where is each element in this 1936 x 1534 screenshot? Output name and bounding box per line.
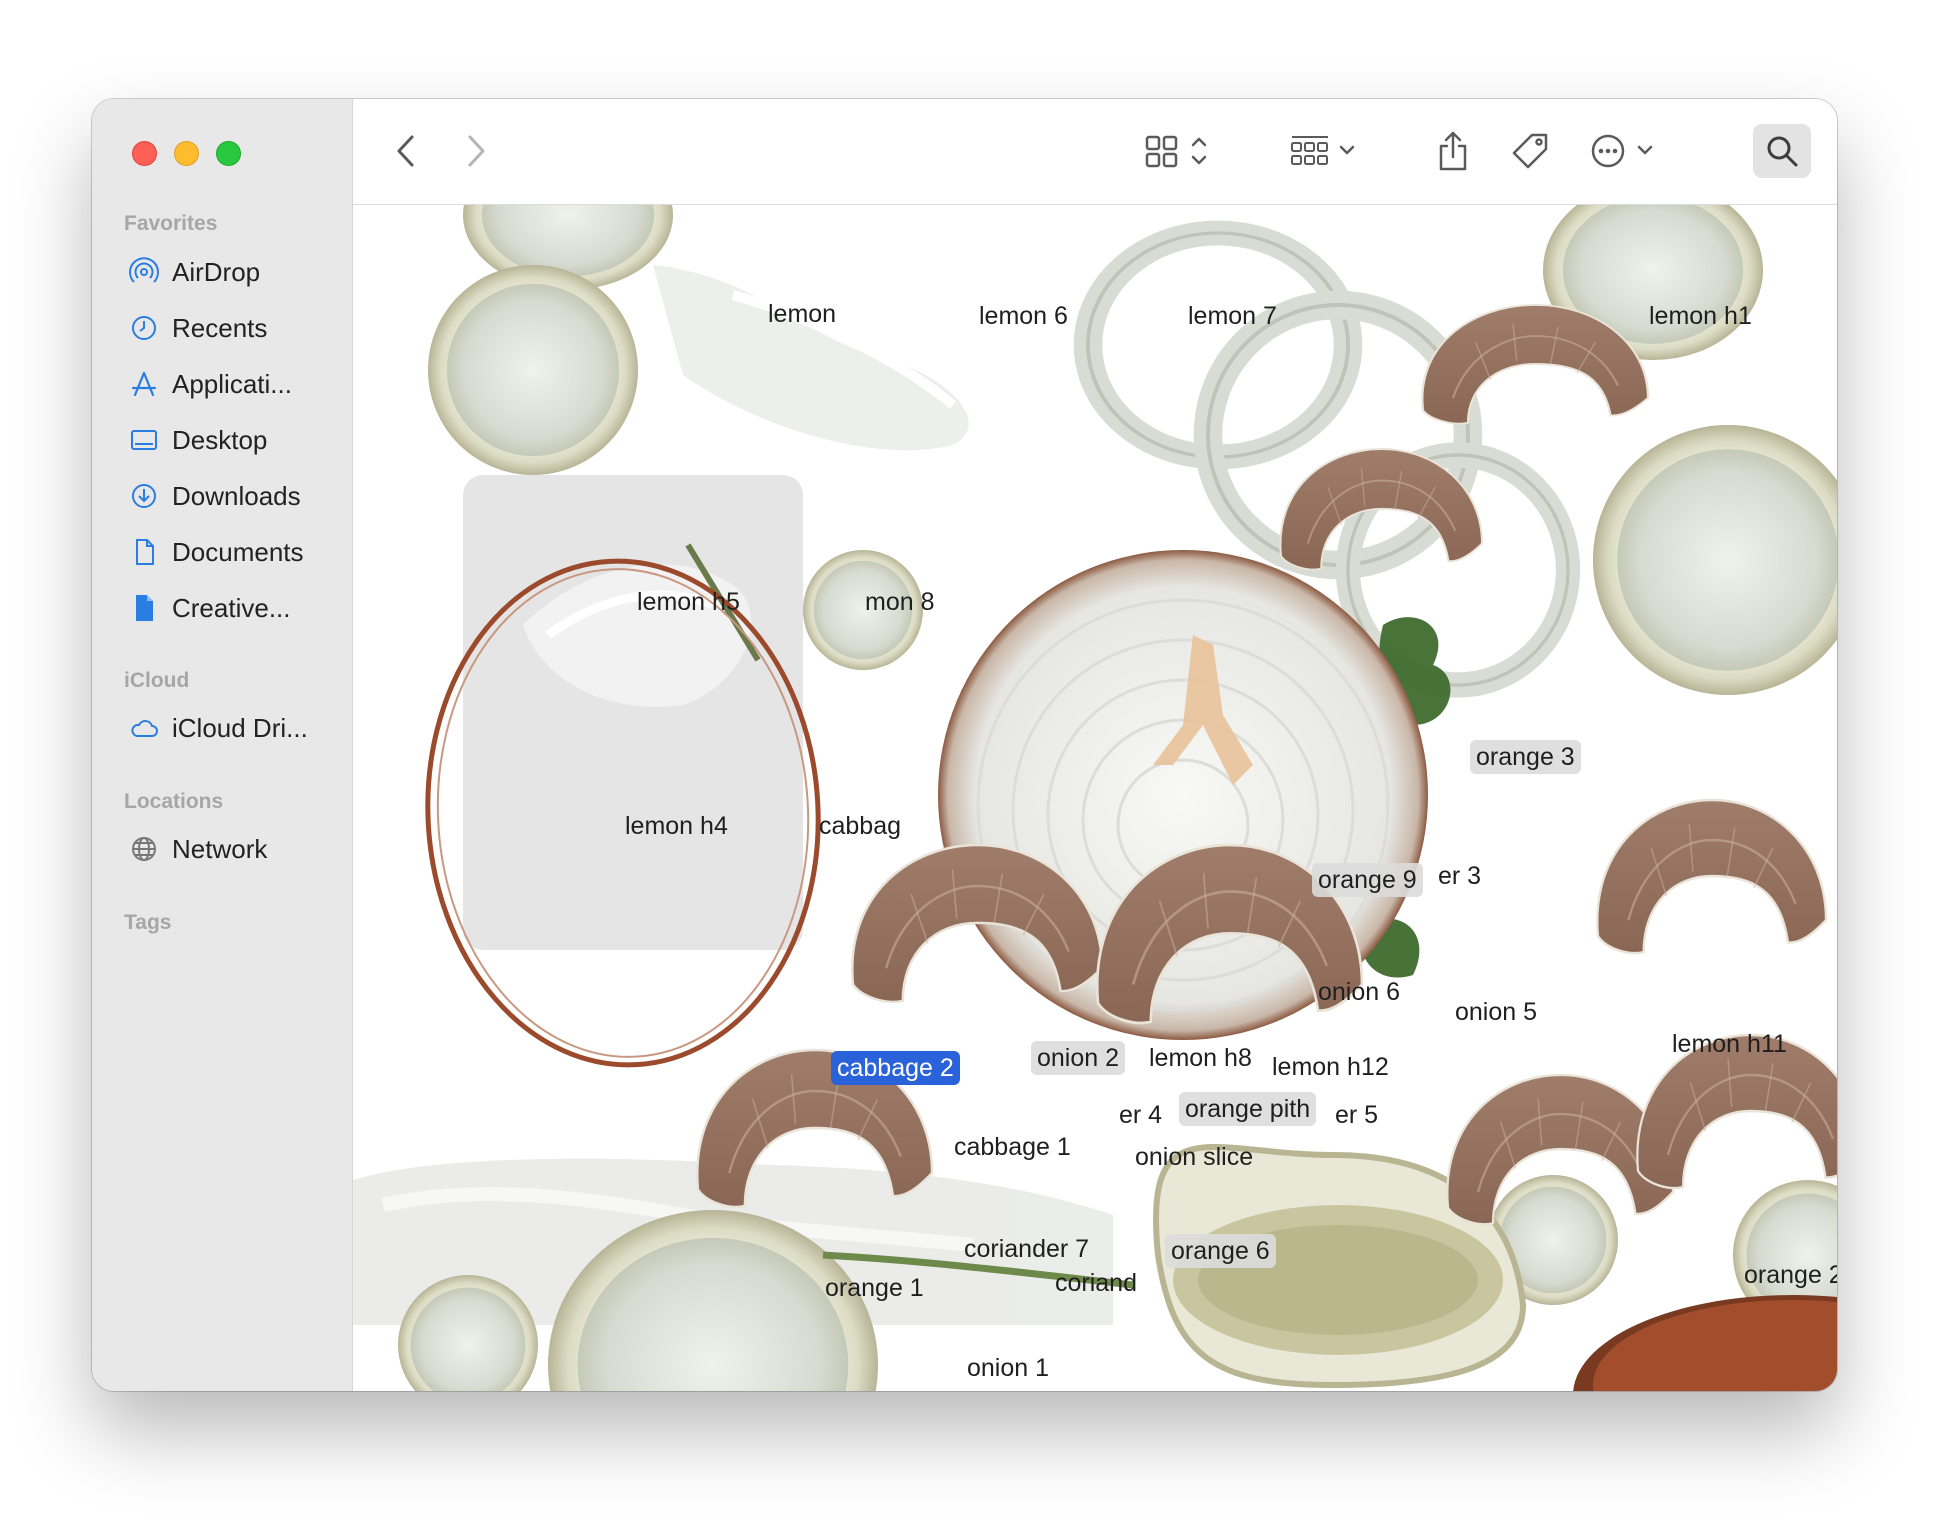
file-label[interactable]: coriand bbox=[1049, 1266, 1143, 1300]
file-label[interactable]: lemon 6 bbox=[973, 299, 1074, 333]
file-label[interactable]: cabbage 1 bbox=[948, 1130, 1077, 1164]
section-favorites: Favorites bbox=[124, 212, 218, 235]
file-label[interactable]: lemon h8 bbox=[1143, 1041, 1258, 1075]
file-icon-view[interactable]: lemon lemon 6 lemon 7 lemon h1 lemon h5 … bbox=[353, 205, 1837, 1391]
section-tags: Tags bbox=[124, 911, 172, 934]
file-label[interactable]: lemon h11 bbox=[1666, 1027, 1793, 1061]
file-label[interactable]: er 4 bbox=[1113, 1098, 1168, 1132]
sidebar-item-label: iCloud Dri... bbox=[172, 712, 308, 743]
zoom-button[interactable] bbox=[216, 141, 241, 166]
sidebar-item-airdrop[interactable]: AirDrop bbox=[128, 252, 340, 292]
sidebar-item-applications[interactable]: Applicati... bbox=[128, 364, 340, 404]
file-label[interactable]: onion 5 bbox=[1449, 995, 1543, 1029]
file-label[interactable]: coriander 7 bbox=[958, 1232, 1095, 1266]
group-icon bbox=[1291, 136, 1355, 165]
sidebar-item-icloud-drive[interactable]: iCloud Dri... bbox=[128, 708, 340, 748]
sidebar-item-label: Applicati... bbox=[172, 368, 292, 399]
globe-icon bbox=[128, 833, 160, 865]
file-label[interactable]: lemon h4 bbox=[619, 809, 734, 843]
file-label[interactable]: lemon h12 bbox=[1266, 1050, 1395, 1084]
close-button[interactable] bbox=[132, 141, 157, 166]
finder-window: Favorites AirDrop Recents Applicati... D… bbox=[92, 99, 1837, 1391]
file-label[interactable]: orange 6 bbox=[1165, 1234, 1276, 1268]
forward-button[interactable] bbox=[458, 131, 494, 171]
file-label[interactable]: er 3 bbox=[1432, 859, 1487, 893]
download-icon bbox=[128, 480, 160, 512]
file-label[interactable]: orange pith bbox=[1179, 1092, 1317, 1126]
chevron-left-icon bbox=[397, 135, 414, 167]
file-label[interactable]: onion 6 bbox=[1312, 975, 1406, 1009]
file-label[interactable]: lemon 7 bbox=[1182, 299, 1283, 333]
sidebar-item-label: Documents bbox=[172, 536, 304, 567]
ellipsis-circle-icon bbox=[1591, 134, 1653, 168]
sidebar-item-label: Downloads bbox=[172, 480, 301, 511]
sidebar-item-downloads[interactable]: Downloads bbox=[128, 476, 340, 516]
file-label[interactable]: lemon h5 bbox=[631, 585, 746, 619]
file-label[interactable]: cabbage 2 bbox=[831, 1051, 960, 1085]
file-label[interactable]: onion 1 bbox=[961, 1351, 1055, 1385]
search-button[interactable] bbox=[1753, 124, 1811, 178]
file-label[interactable]: mon 8 bbox=[859, 585, 940, 619]
sidebar: Favorites AirDrop Recents Applicati... D… bbox=[92, 99, 353, 1391]
share-button[interactable] bbox=[1433, 127, 1473, 175]
sidebar-item-creative[interactable]: Creative... bbox=[128, 588, 340, 628]
file-label[interactable]: lemon h1 bbox=[1643, 299, 1758, 333]
section-locations: Locations bbox=[124, 790, 224, 813]
sidebar-item-recents[interactable]: Recents bbox=[128, 308, 340, 348]
sidebar-item-label: Creative... bbox=[172, 592, 291, 623]
share-icon bbox=[1439, 131, 1467, 171]
more-actions-button[interactable] bbox=[1588, 129, 1663, 173]
group-button[interactable] bbox=[1288, 129, 1368, 173]
search-icon bbox=[1767, 136, 1798, 167]
sidebar-item-documents[interactable]: Documents bbox=[128, 532, 340, 572]
section-icloud: iCloud bbox=[124, 669, 190, 692]
desktop-icon bbox=[128, 424, 160, 456]
airdrop-icon bbox=[128, 256, 160, 288]
sidebar-item-network[interactable]: Network bbox=[128, 829, 340, 869]
file-label[interactable]: orange 2 bbox=[1738, 1258, 1837, 1292]
file-label[interactable]: cabbag bbox=[813, 809, 907, 843]
sidebar-item-label: Desktop bbox=[172, 424, 268, 455]
tag-icon bbox=[1512, 133, 1548, 169]
view-mode-button[interactable] bbox=[1143, 129, 1213, 173]
window-controls bbox=[132, 141, 241, 166]
sidebar-item-label: Network bbox=[172, 833, 268, 864]
sidebar-item-label: Recents bbox=[172, 312, 268, 343]
chevron-right-icon bbox=[468, 135, 485, 167]
minimize-button[interactable] bbox=[174, 141, 199, 166]
thumbnail-scene bbox=[353, 205, 1837, 1391]
file-label[interactable]: orange 9 bbox=[1312, 863, 1423, 897]
file-label[interactable]: orange 3 bbox=[1470, 740, 1581, 774]
toolbar bbox=[353, 99, 1837, 205]
back-button[interactable] bbox=[388, 131, 424, 171]
file-icon bbox=[128, 592, 160, 624]
file-label[interactable]: lemon bbox=[762, 297, 842, 331]
sidebar-item-desktop[interactable]: Desktop bbox=[128, 420, 340, 460]
file-label[interactable]: er 5 bbox=[1329, 1098, 1384, 1132]
clock-icon bbox=[128, 312, 160, 344]
sidebar-item-label: AirDrop bbox=[172, 256, 261, 287]
cloud-icon bbox=[128, 712, 160, 744]
icon-grid-icon bbox=[1145, 135, 1207, 168]
file-label[interactable]: onion 2 bbox=[1031, 1041, 1126, 1075]
document-icon bbox=[128, 536, 160, 568]
file-label[interactable]: onion slice bbox=[1129, 1140, 1259, 1174]
file-label[interactable]: orange 1 bbox=[819, 1271, 930, 1305]
applications-icon bbox=[128, 368, 160, 400]
tag-button[interactable] bbox=[1508, 129, 1552, 173]
